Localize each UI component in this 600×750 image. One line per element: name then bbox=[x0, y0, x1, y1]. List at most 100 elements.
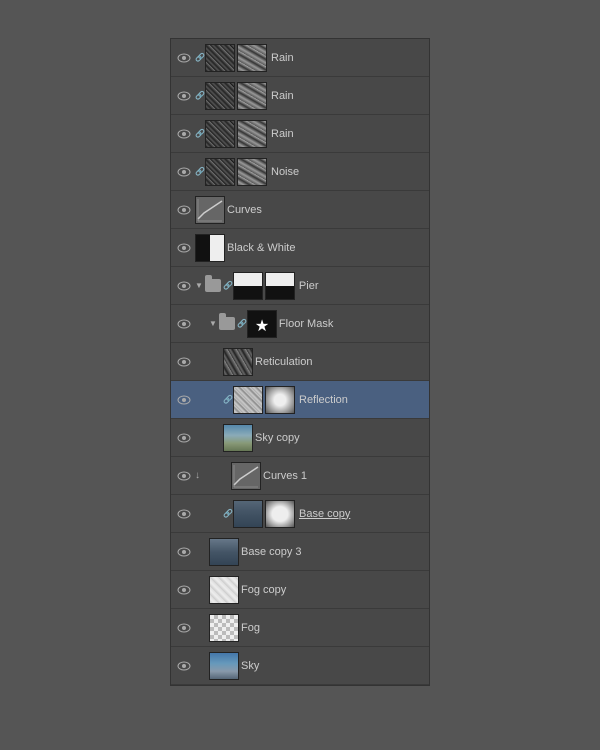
layer-name: Fog copy bbox=[241, 584, 286, 596]
layer-row[interactable]: ▼ 🔗 ★ Floor Mask bbox=[171, 305, 429, 343]
layer-thumbnail bbox=[205, 82, 235, 110]
layer-thumbnail bbox=[205, 120, 235, 148]
eye-icon[interactable] bbox=[175, 201, 193, 219]
layer-name: Floor Mask bbox=[279, 318, 333, 330]
layer-row[interactable]: 🔗Noise bbox=[171, 153, 429, 191]
svg-text:★: ★ bbox=[255, 318, 269, 335]
layer-row[interactable]: Sky copy bbox=[171, 419, 429, 457]
eye-icon[interactable] bbox=[175, 505, 193, 523]
eye-icon[interactable] bbox=[175, 619, 193, 637]
folder-icon bbox=[219, 317, 235, 330]
eye-icon[interactable] bbox=[175, 543, 193, 561]
layer-thumbnail bbox=[209, 652, 239, 680]
layer-thumbnail bbox=[209, 576, 239, 604]
layer-mask-thumbnail bbox=[237, 44, 267, 72]
layer-row[interactable]: Fog copy bbox=[171, 571, 429, 609]
layer-name: Fog bbox=[241, 622, 260, 634]
layer-thumbnail: ★ bbox=[247, 310, 277, 338]
layer-name: Curves 1 bbox=[263, 470, 307, 482]
layer-content: 🔗 Base copy bbox=[195, 500, 425, 528]
layer-thumbnail bbox=[209, 538, 239, 566]
layer-content: Fog bbox=[195, 614, 425, 642]
layer-name: Rain bbox=[271, 128, 294, 140]
clipping-mask-icon: ↓ bbox=[195, 470, 200, 481]
layer-name: Base copy bbox=[299, 508, 350, 520]
layer-thumbnail bbox=[195, 234, 225, 262]
eye-icon[interactable] bbox=[175, 657, 193, 675]
chain-link-icon: 🔗 bbox=[223, 509, 233, 518]
layer-row[interactable]: Black & White bbox=[171, 229, 429, 267]
folder-icon bbox=[205, 279, 221, 292]
layer-thumbnail bbox=[223, 424, 253, 452]
eye-icon[interactable] bbox=[175, 277, 193, 295]
layer-content: 🔗Reflection bbox=[195, 386, 425, 414]
layer-content: 🔗Noise bbox=[195, 158, 425, 186]
layer-row[interactable]: ▼ 🔗 Pier bbox=[171, 267, 429, 305]
layer-row[interactable]: ↓ Curves 1 bbox=[171, 457, 429, 495]
chain-link-icon: 🔗 bbox=[195, 91, 205, 100]
layer-row[interactable]: 🔗 Rain bbox=[171, 77, 429, 115]
layer-thumbnail bbox=[195, 196, 225, 224]
layer-row[interactable]: Base copy 3 bbox=[171, 533, 429, 571]
layer-content: Base copy 3 bbox=[195, 538, 425, 566]
layer-name: Reflection bbox=[299, 394, 348, 406]
layer-name: Rain bbox=[271, 90, 294, 102]
chain-link-icon: 🔗 bbox=[195, 53, 205, 62]
expand-arrow-icon[interactable]: ▼ bbox=[195, 281, 203, 290]
layer-row[interactable]: 🔗 Rain bbox=[171, 39, 429, 77]
layer-content: ↓ Curves 1 bbox=[195, 462, 425, 490]
layer-thumbnail bbox=[209, 614, 239, 642]
eye-icon[interactable] bbox=[175, 49, 193, 67]
layer-content: Sky bbox=[195, 652, 425, 680]
layer-content: 🔗 Rain bbox=[195, 82, 425, 110]
layer-mask-thumbnail bbox=[237, 82, 267, 110]
layer-name: Curves bbox=[227, 204, 262, 216]
chain-link-icon: 🔗 bbox=[195, 167, 205, 176]
eye-icon[interactable] bbox=[175, 315, 193, 333]
layer-name: Sky bbox=[241, 660, 259, 672]
layer-row[interactable]: Curves bbox=[171, 191, 429, 229]
layer-thumbnail bbox=[233, 272, 263, 300]
layer-name: Rain bbox=[271, 52, 294, 64]
layer-content: ▼ 🔗 ★ Floor Mask bbox=[195, 310, 425, 338]
layers-panel: 🔗 Rain 🔗 Rain 🔗 Rain 🔗Noise Curves Black & White… bbox=[170, 38, 430, 686]
layer-mask-thumbnail bbox=[265, 386, 295, 414]
layer-name: Sky copy bbox=[255, 432, 300, 444]
layer-row[interactable]: 🔗Reflection bbox=[171, 381, 429, 419]
layer-content: Fog copy bbox=[195, 576, 425, 604]
layer-content: 🔗 Rain bbox=[195, 44, 425, 72]
eye-icon[interactable] bbox=[175, 391, 193, 409]
layer-row[interactable]: 🔗 Base copy bbox=[171, 495, 429, 533]
layer-thumbnail bbox=[233, 386, 263, 414]
layer-name: Reticulation bbox=[255, 356, 312, 368]
layer-thumbnail bbox=[233, 500, 263, 528]
chain-link-icon: 🔗 bbox=[195, 129, 205, 138]
eye-icon[interactable] bbox=[175, 87, 193, 105]
layer-row[interactable]: 🔗 Rain bbox=[171, 115, 429, 153]
eye-icon[interactable] bbox=[175, 429, 193, 447]
layer-thumbnail bbox=[231, 462, 261, 490]
layer-name: Pier bbox=[299, 280, 319, 292]
chain-link-icon: 🔗 bbox=[223, 281, 233, 290]
layer-row[interactable]: Sky bbox=[171, 647, 429, 685]
eye-icon[interactable] bbox=[175, 353, 193, 371]
layer-name: Base copy 3 bbox=[241, 546, 302, 558]
eye-icon[interactable] bbox=[175, 239, 193, 257]
eye-icon[interactable] bbox=[175, 581, 193, 599]
chain-link-icon: 🔗 bbox=[237, 319, 247, 328]
layer-mask-thumbnail bbox=[265, 500, 295, 528]
layer-mask-thumbnail bbox=[237, 158, 267, 186]
layer-content: Reticulation bbox=[195, 348, 425, 376]
layer-row[interactable]: Reticulation bbox=[171, 343, 429, 381]
layer-thumbnail bbox=[205, 158, 235, 186]
watermark bbox=[589, 8, 592, 18]
layer-row[interactable]: Fog bbox=[171, 609, 429, 647]
eye-icon[interactable] bbox=[175, 467, 193, 485]
eye-icon[interactable] bbox=[175, 163, 193, 181]
layer-content: Sky copy bbox=[195, 424, 425, 452]
expand-arrow-icon[interactable]: ▼ bbox=[209, 319, 217, 328]
eye-icon[interactable] bbox=[175, 125, 193, 143]
layer-thumbnail bbox=[205, 44, 235, 72]
layer-thumbnail bbox=[223, 348, 253, 376]
layer-content: ▼ 🔗 Pier bbox=[195, 272, 425, 300]
